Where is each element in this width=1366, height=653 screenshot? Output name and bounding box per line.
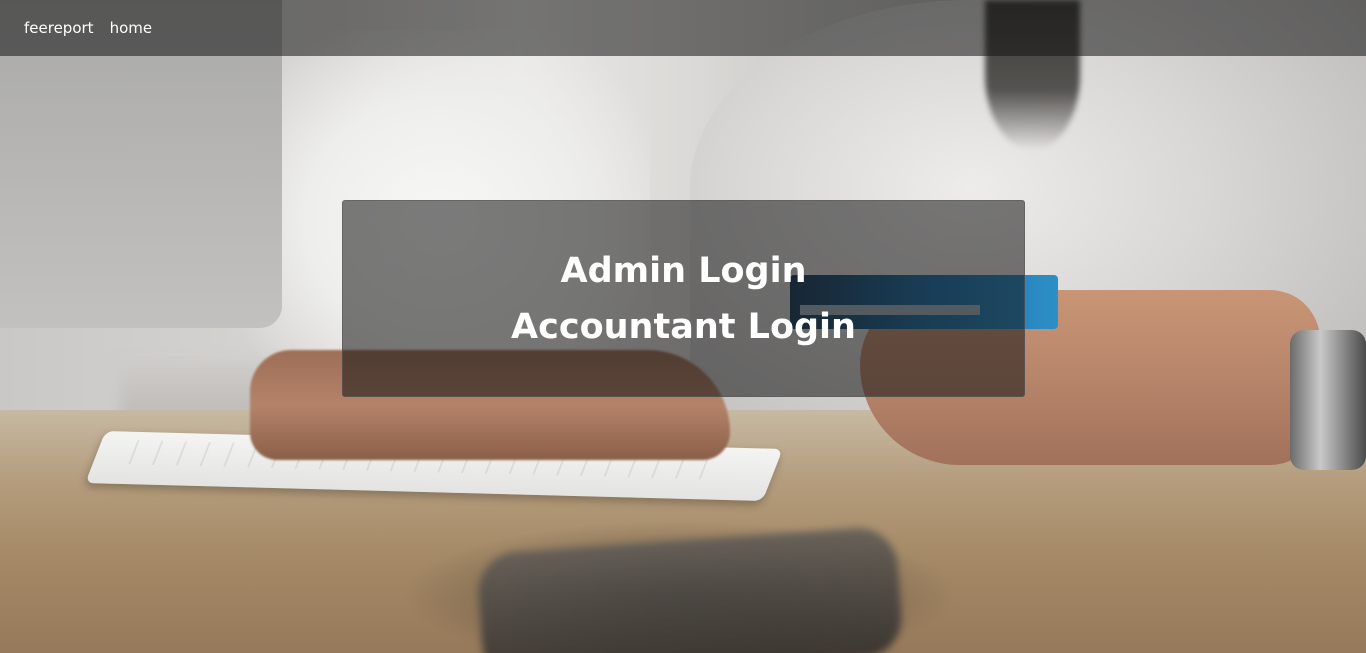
- brand-link[interactable]: feereport: [24, 19, 94, 37]
- admin-login-link[interactable]: Admin Login: [560, 243, 806, 299]
- accountant-login-link[interactable]: Accountant Login: [511, 299, 856, 355]
- top-navbar: feereport home: [0, 0, 1366, 56]
- background-wristwatch: [1290, 330, 1366, 470]
- login-panel: Admin Login Accountant Login: [342, 200, 1025, 397]
- page: feereport home Admin Login Accountant Lo…: [0, 0, 1366, 653]
- nav-link-home[interactable]: home: [110, 19, 153, 37]
